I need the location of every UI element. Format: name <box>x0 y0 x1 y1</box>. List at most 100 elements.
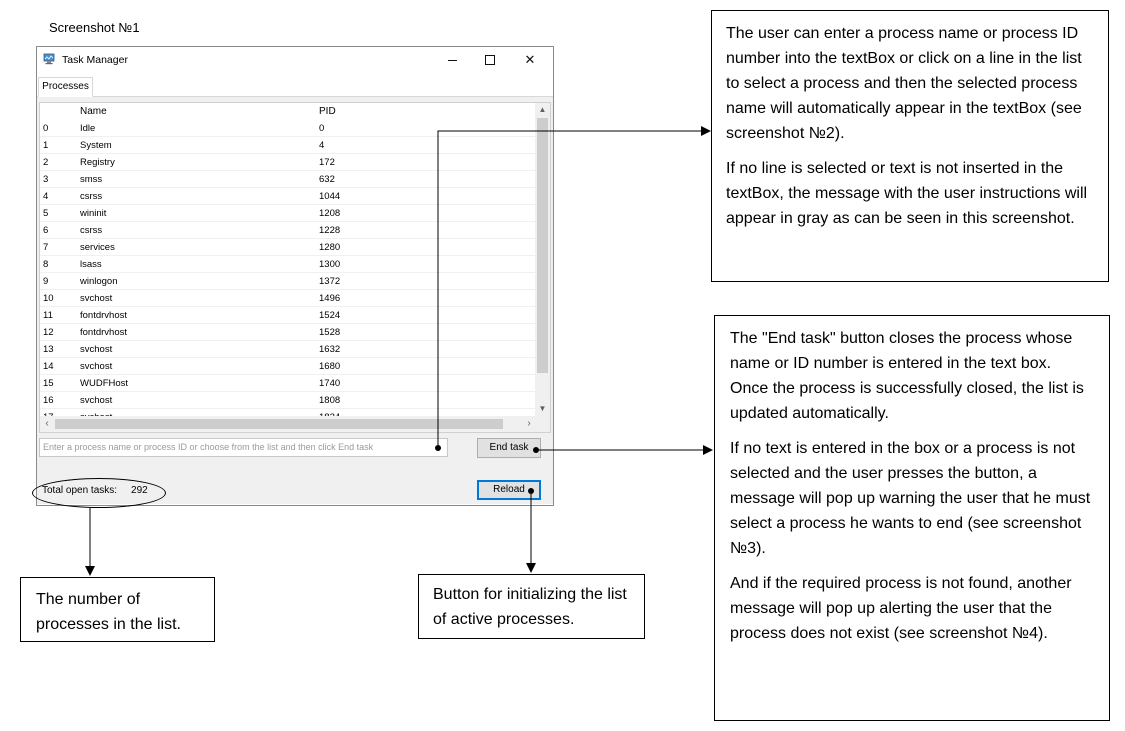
row-index: 12 <box>43 327 54 338</box>
end-task-note-p4: And if the required process is not found… <box>730 575 1072 642</box>
row-index: 13 <box>43 344 54 355</box>
table-row[interactable]: 17svchost1824 <box>40 409 536 416</box>
scroll-up-icon[interactable]: ▲ <box>535 103 550 117</box>
maximize-button[interactable] <box>470 49 510 71</box>
row-name: WUDFHost <box>80 378 129 389</box>
tab-processes[interactable]: Processes <box>38 77 93 97</box>
total-highlight-ellipse <box>32 478 166 508</box>
row-name: lsass <box>80 259 102 270</box>
table-row[interactable]: 7 services 1280 <box>40 239 536 256</box>
row-pid: 1044 <box>319 191 341 202</box>
textbox-note-p1: The user can enter a process name or pro… <box>726 25 1082 142</box>
title-bar[interactable]: Task Manager ✕ <box>37 47 553 73</box>
vertical-scrollbar[interactable]: ▲ ▼ <box>535 103 550 416</box>
row-name: fontdrvhost <box>80 327 127 338</box>
horizontal-scrollbar[interactable]: ‹ › <box>40 416 536 432</box>
column-name[interactable]: Name <box>80 106 107 117</box>
row-index: 16 <box>43 395 54 406</box>
table-row[interactable]: 16 svchost 1808 <box>40 392 536 409</box>
reload-arrowhead <box>526 563 536 573</box>
row-pid: 1632 <box>319 344 341 355</box>
row-name: Idle <box>80 123 96 134</box>
close-button[interactable]: ✕ <box>510 49 550 71</box>
row-index: 11 <box>43 310 53 321</box>
task-manager-window: Task Manager ✕ Processes Name PID 0 Idle 0… <box>36 46 554 506</box>
scroll-left-icon[interactable]: ‹ <box>40 416 54 432</box>
minimize-icon <box>447 60 457 61</box>
count-annotation: The number of processes in the list. <box>20 577 215 642</box>
row-index: 10 <box>43 293 54 304</box>
row-name: wininit <box>80 208 107 219</box>
row-index: 9 <box>43 276 49 287</box>
reload-annotation: Button for initializing the list of acti… <box>418 574 645 639</box>
row-index: 7 <box>43 242 49 253</box>
table-row[interactable]: 3 smss 632 <box>40 171 536 188</box>
table-row[interactable]: 10 svchost 1496 <box>40 290 536 307</box>
end-task-arrowhead <box>703 445 713 455</box>
screenshot-caption: Screenshot №1 <box>49 20 140 35</box>
row-pid: 1524 <box>319 310 341 321</box>
row-name: svchost <box>80 395 113 406</box>
scroll-right-icon[interactable]: › <box>522 416 536 432</box>
list-header: Name PID <box>40 103 536 120</box>
process-search-input[interactable]: Enter a process name or process ID or ch… <box>39 438 448 457</box>
row-name: svchost <box>80 344 113 355</box>
table-row[interactable]: 12 fontdrvhost 1528 <box>40 324 536 341</box>
row-pid: 1280 <box>319 242 341 253</box>
row-name: csrss <box>80 225 103 236</box>
scroll-down-icon[interactable]: ▼ <box>535 402 550 416</box>
row-pid: 4 <box>319 140 325 151</box>
row-pid: 172 <box>319 157 335 168</box>
row-pid: 1808 <box>319 395 341 406</box>
table-row[interactable]: 6 csrss 1228 <box>40 222 536 239</box>
table-row[interactable]: 4 csrss 1044 <box>40 188 536 205</box>
reload-button[interactable]: Reload <box>477 480 541 500</box>
end-task-note-p2: Once the process is successfully closed,… <box>730 380 1084 422</box>
table-row[interactable]: 9 winlogon 1372 <box>40 273 536 290</box>
list-rows: 0 Idle 0 1 System 4 2 Registry 172 3 smss 632 4 csrss… <box>40 120 536 416</box>
row-index: 14 <box>43 361 54 372</box>
row-name: services <box>80 242 115 253</box>
count-arrowhead <box>85 566 95 576</box>
minimize-button[interactable] <box>432 49 472 71</box>
row-index: 0 <box>43 123 49 134</box>
row-pid: 1208 <box>319 208 341 219</box>
row-name: winlogon <box>80 276 118 287</box>
row-pid: 632 <box>319 174 335 185</box>
maximize-icon <box>485 55 495 65</box>
row-name: System <box>80 140 112 151</box>
row-index: 4 <box>43 191 49 202</box>
row-index: 3 <box>43 174 49 185</box>
end-task-annotation: The "End task" button closes the process… <box>714 315 1110 721</box>
row-index: 1 <box>43 140 49 151</box>
process-list[interactable]: Name PID 0 Idle 0 1 System 4 2 Registry 172 3 smss… <box>39 102 551 433</box>
horizontal-scroll-thumb[interactable] <box>55 419 503 429</box>
table-row[interactable]: 0 Idle 0 <box>40 120 536 137</box>
end-task-button[interactable]: End task <box>477 438 541 458</box>
table-row[interactable]: 14 svchost 1680 <box>40 358 536 375</box>
row-pid: 1496 <box>319 293 341 304</box>
table-row[interactable]: 15 WUDFHost 1740 <box>40 375 536 392</box>
row-pid: 0 <box>319 123 325 134</box>
row-name: svchost <box>80 361 113 372</box>
row-name: svchost <box>80 293 113 304</box>
processes-panel: Name PID 0 Idle 0 1 System 4 2 Registry 172 3 smss… <box>37 96 553 504</box>
table-row[interactable]: 5 wininit 1208 <box>40 205 536 222</box>
row-pid: 1372 <box>319 276 341 287</box>
table-row[interactable]: 11 fontdrvhost 1524 <box>40 307 536 324</box>
table-row[interactable]: 2 Registry 172 <box>40 154 536 171</box>
row-pid: 1740 <box>319 378 341 389</box>
task-manager-icon <box>43 53 55 65</box>
vertical-scroll-thumb[interactable] <box>537 118 548 373</box>
row-index: 15 <box>43 378 54 389</box>
row-pid: 1228 <box>319 225 341 236</box>
table-row[interactable]: 8 lsass 1300 <box>40 256 536 273</box>
textbox-note-p2: If no line is selected or text is not in… <box>726 160 1088 227</box>
row-index: 6 <box>43 225 49 236</box>
row-name: Registry <box>80 157 115 168</box>
table-row[interactable]: 1 System 4 <box>40 137 536 154</box>
column-pid[interactable]: PID <box>319 106 336 117</box>
row-name: fontdrvhost <box>80 310 127 321</box>
table-row[interactable]: 13 svchost 1632 <box>40 341 536 358</box>
row-pid: 1680 <box>319 361 341 372</box>
